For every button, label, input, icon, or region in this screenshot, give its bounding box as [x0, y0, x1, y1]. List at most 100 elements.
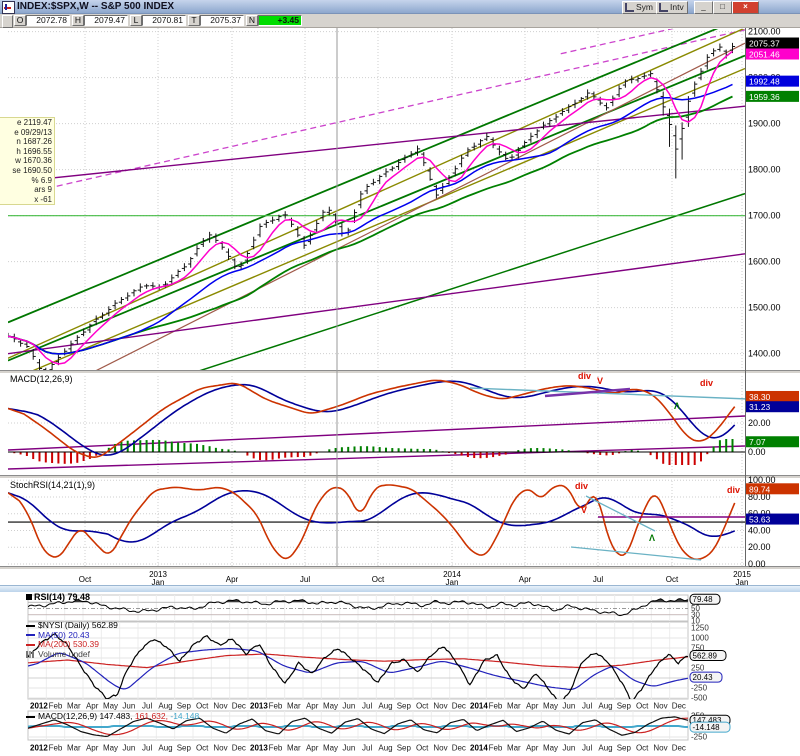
svg-text:Λ: Λ [674, 401, 680, 411]
svg-text:May: May [543, 744, 558, 753]
tooltip-row: se 1690.50 [0, 166, 54, 176]
svg-text:May: May [543, 702, 558, 711]
net-change-field: N+3.45 [246, 15, 302, 26]
svg-text:Oct: Oct [196, 702, 209, 711]
restore-button[interactable]: □ [713, 1, 732, 14]
svg-text:Dec: Dec [232, 702, 246, 711]
svg-text:31.23: 31.23 [749, 402, 771, 412]
svg-text:2012: 2012 [30, 702, 48, 711]
net-change-value: +3.45 [258, 15, 302, 26]
last-value: 2075.37 [200, 15, 244, 26]
svg-text:89.74: 89.74 [749, 484, 771, 494]
price-trendlines [8, 12, 745, 404]
svg-text:Jul: Jul [582, 744, 592, 753]
svg-text:250: 250 [691, 664, 705, 673]
sym-button-label: Sym [636, 2, 653, 12]
symbol-icon [625, 3, 634, 12]
price-axis: 2100.002000.001900.001800.001700.001600.… [746, 27, 800, 569]
svg-text:Oct: Oct [636, 702, 649, 711]
ma200-line-icon [26, 644, 35, 646]
intv-button-label: Intv [670, 2, 684, 12]
tooltip-row: x -61 [0, 195, 54, 205]
net-change-label: N [246, 15, 258, 26]
svg-text:1900.00: 1900.00 [748, 119, 781, 129]
svg-text:-250: -250 [691, 684, 708, 693]
close-button[interactable]: × [732, 1, 759, 14]
svg-text:2014: 2014 [470, 702, 488, 711]
volume-legend-item: Volume undef [26, 650, 118, 660]
svg-text:Mar: Mar [507, 702, 521, 711]
svg-text:Jun: Jun [562, 702, 575, 711]
price-bars [5, 43, 735, 375]
svg-text:Jun: Jun [342, 702, 355, 711]
svg-text:Sep: Sep [397, 702, 412, 711]
svg-text:Dec: Dec [232, 744, 246, 753]
svg-text:Feb: Feb [269, 702, 283, 711]
svg-text:2012: 2012 [30, 744, 48, 753]
tooltip-row: n 1687.26 [0, 137, 54, 147]
qcharts-window: divVdivΛdivVdivΛ2100.002000.001900.00180… [0, 0, 800, 756]
window-title: INDEX:$SPX,W -- S&P 500 INDEX [17, 1, 174, 12]
svg-text:20.00: 20.00 [748, 542, 771, 552]
svg-text:Mar: Mar [67, 744, 81, 753]
nysi-legend: $NYSI (Daily) 562.89 MA(50) 20.43 MA(200… [26, 621, 118, 659]
svg-text:div: div [578, 371, 591, 381]
svg-text:Jun: Jun [342, 744, 355, 753]
intv-button[interactable]: Intv [656, 1, 688, 14]
svg-text:2013: 2013 [250, 702, 268, 711]
svg-text:2014: 2014 [470, 744, 488, 753]
svg-text:Mar: Mar [287, 702, 301, 711]
tooltip-row: w 1670.36 [0, 156, 54, 166]
svg-text:div: div [575, 481, 588, 491]
upper-gridlines [8, 28, 745, 566]
svg-text:Mar: Mar [287, 744, 301, 753]
svg-text:Feb: Feb [269, 744, 283, 753]
svg-text:Nov: Nov [213, 702, 227, 711]
svg-text:Oct: Oct [416, 702, 429, 711]
svg-text:Dec: Dec [452, 702, 466, 711]
svg-text:Dec: Dec [672, 744, 686, 753]
svg-text:Mar: Mar [507, 744, 521, 753]
app-icon [2, 1, 15, 14]
svg-text:V: V [597, 376, 603, 386]
svg-text:1400.00: 1400.00 [748, 349, 781, 359]
rsi-label: RSI(14) 79.48 [34, 592, 90, 602]
close-icon: × [743, 2, 748, 11]
svg-text:Oct: Oct [666, 575, 679, 584]
svg-text:V: V [581, 505, 587, 515]
data-window-tooltip: e 2119.47 e 09/29/13 n 1687.26 h 1696.55… [0, 117, 55, 205]
svg-text:Dec: Dec [672, 702, 686, 711]
last-label: T [188, 15, 200, 26]
svg-text:Aug: Aug [378, 702, 392, 711]
svg-text:Nov: Nov [653, 702, 667, 711]
tooltip-row: ars 9 [0, 185, 54, 195]
svg-text:1600.00: 1600.00 [748, 257, 781, 267]
svg-text:Jul: Jul [582, 702, 592, 711]
minimize-button[interactable]: _ [694, 1, 713, 14]
rsi-legend: RSI(14) 79.48 [26, 592, 90, 602]
svg-text:20.43: 20.43 [693, 673, 714, 682]
svg-text:Apr: Apr [526, 702, 539, 711]
title-bar: INDEX:$SPX,W -- S&P 500 INDEX Sym Intv _… [0, 0, 800, 14]
volume-icon [26, 651, 35, 658]
svg-text:Jul: Jul [142, 744, 152, 753]
svg-text:Jul: Jul [300, 575, 310, 584]
high-value: 2079.47 [84, 15, 128, 26]
svg-text:Sep: Sep [397, 744, 412, 753]
low-field: L2070.81 [130, 15, 186, 26]
window-bottom-border [0, 585, 800, 592]
tooltip-row: e 09/29/13 [0, 128, 54, 138]
svg-text:Sep: Sep [177, 744, 192, 753]
svg-text:53.63: 53.63 [749, 515, 771, 525]
sym-button[interactable]: Sym [622, 1, 657, 14]
svg-text:Aug: Aug [158, 702, 172, 711]
interval-icon [659, 3, 668, 12]
ma50-line-icon [26, 634, 35, 636]
low-label: L [130, 15, 142, 26]
svg-text:Aug: Aug [378, 744, 392, 753]
svg-text:Jun: Jun [122, 744, 135, 753]
macd2-legend: MACD(12,26,9) 147.483, 161.632, -14.148 [26, 711, 199, 721]
svg-text:7.07: 7.07 [749, 437, 766, 447]
tooltip-row: h 1696.55 [0, 147, 54, 157]
svg-text:1959.36: 1959.36 [749, 92, 780, 102]
